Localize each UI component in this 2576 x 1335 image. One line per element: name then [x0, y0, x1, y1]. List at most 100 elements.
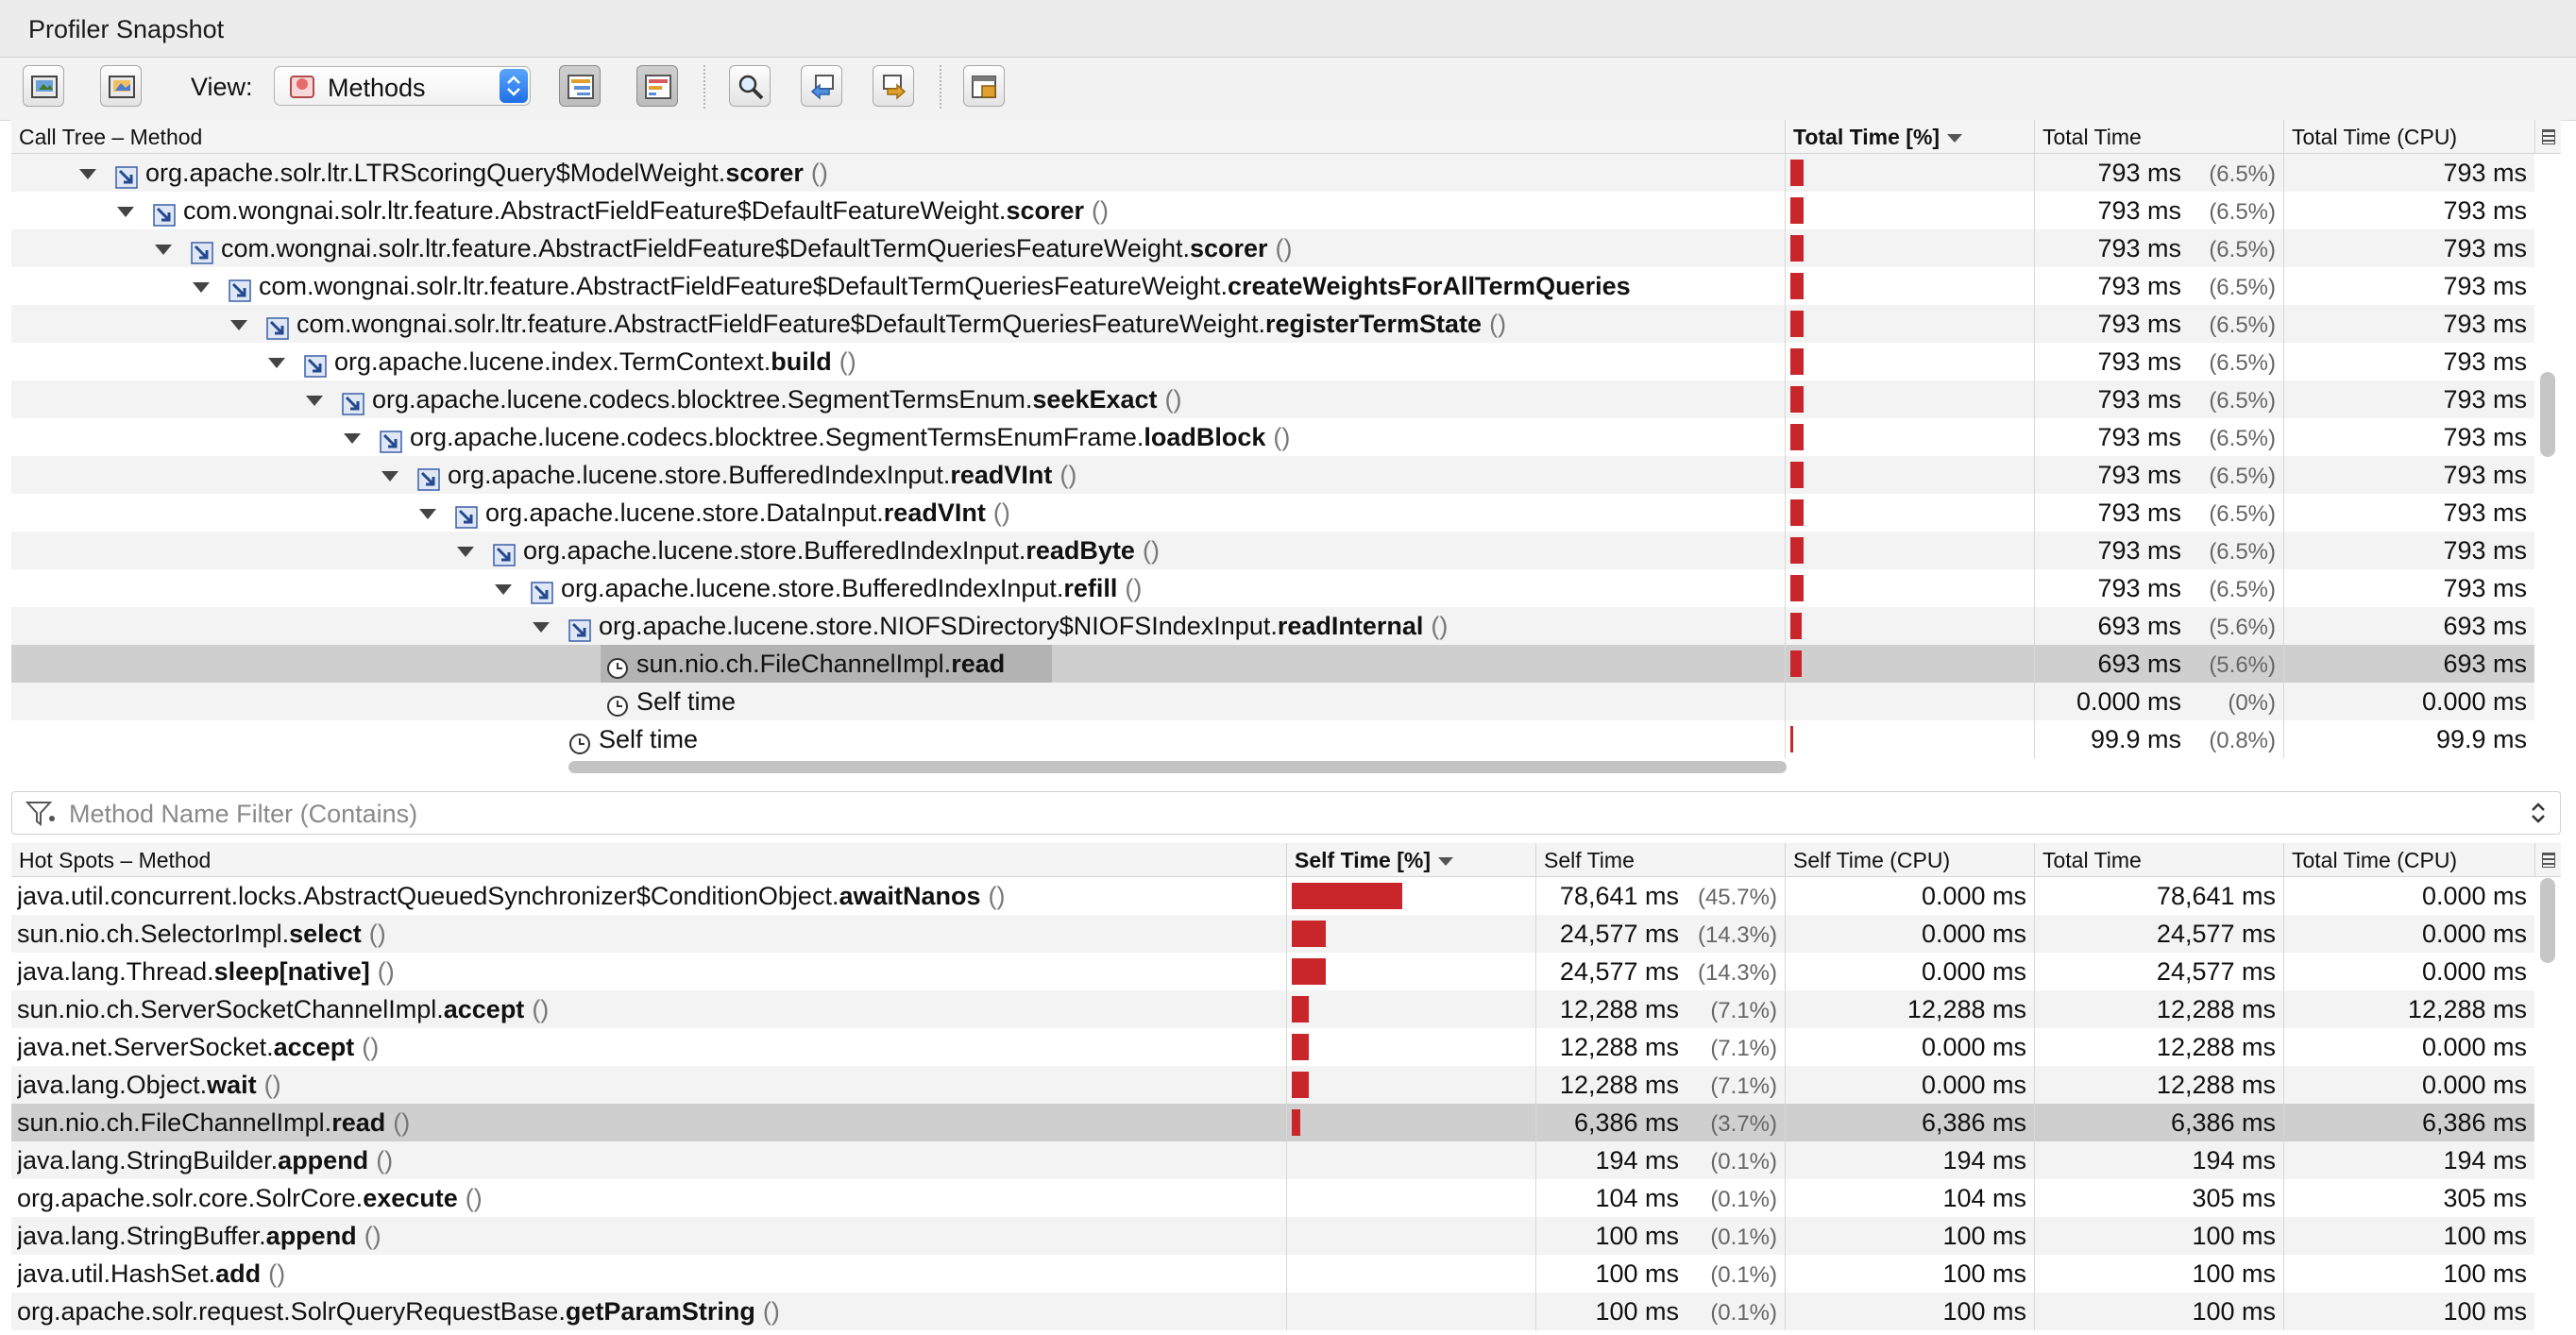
total-time-bar-cell — [1785, 229, 2034, 267]
hotspot-row[interactable]: sun.nio.ch.FileChannelImpl.read() 6,386 m… — [11, 1104, 2534, 1141]
hotspot-row[interactable]: java.lang.StringBuilder.append() 194 ms (0… — [11, 1141, 2534, 1179]
hotspot-row[interactable]: java.lang.Object.wait() 12,288 ms (7.1%) 0.… — [11, 1066, 2534, 1104]
method-package: com.wongnai.solr.ltr.feature.AbstractFie… — [221, 234, 1190, 262]
calltree-hscroll-thumb[interactable] — [568, 761, 1787, 773]
expand-triangle-icon[interactable] — [533, 622, 550, 633]
total-time-cell: 12,288 ms — [2034, 990, 2283, 1028]
calltree-row[interactable]: org.apache.lucene.store.DataInput.readVI… — [11, 494, 2534, 532]
find-previous-icon — [810, 75, 834, 100]
info-button[interactable] — [963, 65, 1005, 107]
hotspot-row[interactable]: sun.nio.ch.SelectorImpl.select() 24,577 m… — [11, 915, 2534, 953]
hotspots-col-self-cpu[interactable]: Self Time (CPU) — [1785, 843, 2034, 877]
self-time-percent: (14.3%) — [1697, 922, 1777, 948]
expand-triangle-icon[interactable] — [230, 320, 247, 330]
expand-triangle-icon[interactable] — [268, 358, 285, 368]
hotspot-row[interactable]: java.lang.Thread.sleep[native]() 24,577 m… — [11, 953, 2534, 990]
self-time-bar-cell — [1286, 1104, 1535, 1141]
calltree-row[interactable]: org.apache.lucene.store.BufferedIndexInp… — [11, 456, 2534, 494]
calltree-row[interactable]: org.apache.lucene.store.NIOFSDirectory$N… — [11, 607, 2534, 645]
method-name: sleep[native] — [213, 957, 370, 986]
expand-triangle-icon[interactable] — [344, 433, 361, 444]
find-next-button[interactable] — [873, 65, 914, 107]
expand-triangle-icon[interactable] — [155, 245, 172, 255]
calltree-row[interactable]: org.apache.lucene.codecs.blocktree.Segme… — [11, 380, 2534, 418]
column-chooser-button[interactable] — [2534, 843, 2561, 877]
call-tree-icon — [568, 75, 594, 99]
hotspots-col-self-pct[interactable]: Self Time [%] — [1286, 843, 1535, 877]
find-button[interactable] — [729, 65, 771, 107]
total-cpu-cell: 793 ms — [2283, 456, 2534, 494]
expand-triangle-icon[interactable] — [306, 396, 323, 406]
method-package: java.util.concurrent.locks.AbstractQueue… — [17, 882, 839, 910]
calltree-row[interactable]: com.wongnai.solr.ltr.feature.AbstractFie… — [11, 229, 2534, 267]
method-params: () — [1092, 196, 1109, 225]
sort-descending-icon — [1438, 857, 1453, 867]
method-name: readByte — [1025, 536, 1135, 565]
method-icon — [493, 539, 516, 566]
calltree-row[interactable]: org.apache.solr.ltr.LTRScoringQuery$Mode… — [11, 154, 2534, 192]
calltree-vertical-scrollbar[interactable] — [2540, 372, 2555, 457]
expand-triangle-icon[interactable] — [381, 471, 398, 482]
expand-triangle-icon[interactable] — [495, 584, 512, 595]
calltree-row[interactable]: Self time 99.9 ms (0.8%) 99.9 ms — [11, 720, 2534, 758]
select-stepper-icon — [500, 69, 528, 103]
calltree-col-total-cpu[interactable]: Total Time (CPU) — [2283, 120, 2534, 154]
calltree-row[interactable]: Self time 0.000 ms (0%) 0.000 ms — [11, 683, 2534, 720]
calltree-col-total-pct[interactable]: Total Time [%] — [1785, 120, 2034, 154]
expand-triangle-icon[interactable] — [419, 509, 436, 519]
calltree-row[interactable]: org.apache.lucene.codecs.blocktree.Segme… — [11, 418, 2534, 456]
calltree-row[interactable]: com.wongnai.solr.ltr.feature.AbstractFie… — [11, 305, 2534, 343]
total-cpu-cell: 12,288 ms — [2283, 990, 2534, 1028]
calltree-method-name: com.wongnai.solr.ltr.feature.AbstractFie… — [259, 267, 1781, 305]
calltree-col-method[interactable]: Call Tree – Method — [11, 120, 1785, 154]
hotspot-row[interactable]: org.apache.solr.request.SolrQueryRequest… — [11, 1293, 2534, 1330]
hotspots-vertical-scrollbar[interactable] — [2540, 878, 2555, 963]
info-icon — [972, 76, 996, 98]
self-time-bar-cell — [1286, 1141, 1535, 1179]
self-time-bar — [1292, 1072, 1309, 1098]
hotspot-row[interactable]: org.apache.solr.core.SolrCore.execute() 1… — [11, 1179, 2534, 1217]
find-previous-button[interactable] — [801, 65, 842, 107]
export-button[interactable] — [23, 65, 64, 107]
calltree-row[interactable]: org.apache.lucene.index.TermContext.buil… — [11, 343, 2534, 380]
calltree-horizontal-scrollbar[interactable] — [11, 755, 1787, 776]
hotspot-row[interactable]: java.net.ServerSocket.accept() 12,288 ms (… — [11, 1028, 2534, 1066]
method-icon — [266, 313, 289, 340]
column-divider — [2034, 154, 2035, 758]
method-filter-field[interactable]: Method Name Filter (Contains) — [11, 791, 2561, 835]
hotspots-col-total-cpu[interactable]: Total Time (CPU) — [2283, 843, 2534, 877]
calltree-row[interactable]: com.wongnai.solr.ltr.feature.AbstractFie… — [11, 267, 2534, 305]
view-label: View: — [191, 73, 253, 101]
hotspots-col-self[interactable]: Self Time — [1535, 843, 1785, 877]
expand-triangle-icon[interactable] — [457, 547, 474, 557]
call-tree-button[interactable] — [559, 65, 601, 107]
self-cpu-value: 100 ms — [1942, 1222, 2026, 1250]
hotspots-col-total[interactable]: Total Time — [2034, 843, 2283, 877]
total-cpu-cell: 693 ms — [2283, 607, 2534, 645]
save-image-button[interactable] — [100, 65, 142, 107]
hotspots-col-method[interactable]: Hot Spots – Method — [11, 843, 1286, 877]
total-cpu-value: 0.000 ms — [2421, 1033, 2527, 1061]
expand-triangle-icon[interactable] — [79, 169, 96, 179]
column-chooser-button[interactable] — [2534, 120, 2561, 154]
calltree-row[interactable]: org.apache.lucene.store.BufferedIndexInp… — [11, 532, 2534, 569]
calltree-row[interactable]: org.apache.lucene.store.BufferedIndexInp… — [11, 569, 2534, 607]
view-select[interactable]: Methods — [274, 66, 531, 106]
hotspot-method-name: sun.nio.ch.FileChannelImpl.read() — [17, 1104, 1282, 1141]
hotspot-row[interactable]: sun.nio.ch.ServerSocketChannelImpl.accep… — [11, 990, 2534, 1028]
total-time-value: 0.000 ms — [2076, 687, 2181, 716]
calltree-row[interactable]: com.wongnai.solr.ltr.feature.AbstractFie… — [11, 192, 2534, 229]
method-params: () — [377, 957, 395, 986]
calltree-col-total[interactable]: Total Time — [2034, 120, 2283, 154]
total-cpu-cell: 100 ms — [2283, 1293, 2534, 1330]
calltree-row[interactable]: sun.nio.ch.FileChannelImpl.read 693 ms (5.… — [11, 645, 2534, 683]
hot-spots-button[interactable] — [636, 65, 678, 107]
hotspot-row[interactable]: java.util.HashSet.add() 100 ms (0.1%) 100 m… — [11, 1255, 2534, 1293]
hotspot-row[interactable]: java.util.concurrent.locks.AbstractQueue… — [11, 877, 2534, 915]
total-time-value: 100 ms — [2192, 1259, 2276, 1288]
expand-triangle-icon[interactable] — [117, 207, 134, 217]
expand-triangle-icon[interactable] — [193, 282, 210, 293]
hotspot-row[interactable]: java.lang.StringBuffer.append() 100 ms (0.… — [11, 1217, 2534, 1255]
window-title: Profiler Snapshot — [28, 15, 225, 43]
hotspot-method-name: java.net.ServerSocket.accept() — [17, 1028, 1282, 1066]
